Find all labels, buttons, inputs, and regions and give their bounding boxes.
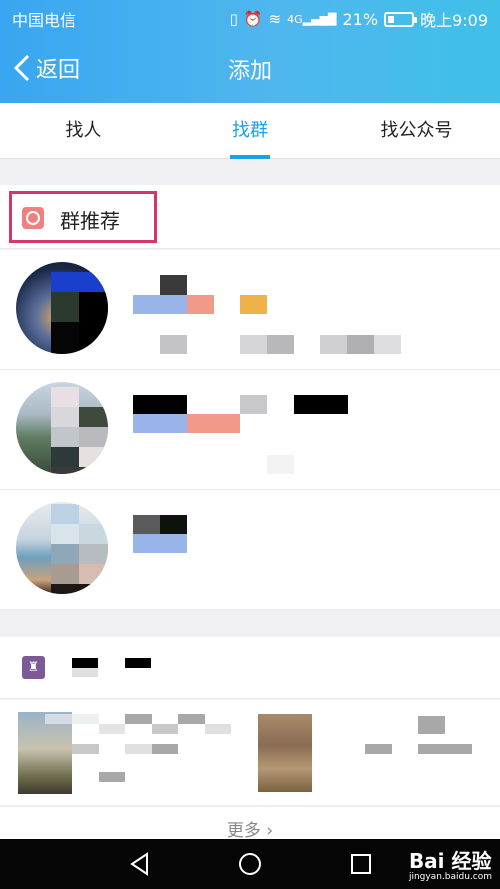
pixelated-group-name — [294, 395, 348, 414]
group-avatar — [16, 262, 108, 354]
pixelated-group-name — [240, 395, 267, 414]
pixelated-section-title — [72, 658, 98, 668]
wifi-icon: ≋ — [268, 10, 282, 28]
pixelated-group-name — [133, 295, 187, 314]
group-avatar — [16, 502, 108, 594]
tab-find-people[interactable]: 找人 — [0, 103, 167, 159]
trophy-icon: ♜ — [22, 656, 45, 679]
baidu-jingyan-watermark: Bai 经验 jingyan.baidu.com — [409, 845, 492, 882]
title-bar: 返回 添加 — [0, 34, 500, 103]
feed-thumbnail — [18, 712, 72, 794]
more-label: 更多 — [226, 821, 261, 839]
group-list-item[interactable] — [0, 490, 500, 610]
pixelated-content — [178, 714, 205, 724]
pixelated-section-title — [125, 658, 151, 668]
pixelated-content — [72, 714, 99, 724]
pixelated-group-tag — [187, 414, 240, 433]
more-link[interactable]: 更多 › — [0, 807, 500, 839]
group-list-item[interactable] — [0, 370, 500, 490]
pixelated-content — [152, 724, 178, 734]
pixelated-content — [125, 714, 152, 724]
group-avatar — [16, 382, 108, 474]
vibrate-icon: ▯ — [229, 10, 238, 28]
group-recommend-header: 群推荐 — [0, 185, 500, 249]
tab-find-official-account[interactable]: 找公众号 — [333, 103, 500, 159]
pixelated-content — [445, 744, 472, 754]
pixelated-content — [152, 744, 178, 754]
second-section-header: ♜ — [0, 637, 500, 699]
watermark-url: jingyan.baidu.com — [408, 872, 492, 882]
pixelated-content — [418, 744, 445, 754]
feed-item[interactable] — [0, 700, 500, 806]
battery-percent: 21% — [342, 9, 379, 29]
page-title: 添加 — [227, 59, 272, 84]
pixelated-group-desc — [240, 335, 267, 354]
pixelated-group-name — [133, 515, 160, 534]
pixelated-group-desc — [160, 335, 187, 354]
clock: 晚上9:09 — [420, 11, 488, 30]
alarm-icon: ⏰ — [243, 10, 263, 28]
system-nav-bar: Bai 经验 jingyan.baidu.com — [0, 839, 500, 889]
circle-home-icon[interactable] — [237, 851, 263, 877]
pixelated-group-name — [133, 395, 187, 414]
tab-find-group[interactable]: 找群 — [167, 103, 333, 159]
network-type: 4G — [287, 12, 303, 26]
pixelated-group-desc — [374, 335, 401, 354]
pixelated-group-desc — [267, 335, 294, 354]
pixelated-group-desc — [267, 455, 294, 474]
battery-icon — [384, 11, 418, 27]
pixelated-group-name — [160, 515, 187, 534]
pixelated-content — [205, 724, 231, 734]
pixelated-group-tag — [133, 414, 187, 433]
group-list-item[interactable] — [0, 250, 500, 370]
pixelated-content — [418, 716, 445, 734]
pixelated-group-name — [187, 295, 214, 314]
recommend-icon — [22, 207, 44, 229]
watermark-brand: Bai 经验 — [408, 849, 492, 873]
pixelated-group-tag — [133, 534, 187, 553]
square-recent-icon[interactable] — [348, 851, 374, 877]
pixelated-group-desc — [347, 335, 374, 354]
group-recommend-label: 群推荐 — [60, 209, 120, 233]
pixelated-content — [45, 714, 72, 724]
feed-thumbnail — [258, 714, 312, 792]
pixelated-content — [99, 724, 125, 734]
status-bar: 中国电信 ▯ ⏰ ≋ 4G▂▄▆█ 21% 晚上9:09 — [0, 0, 500, 34]
carrier-label: 中国电信 — [12, 11, 77, 30]
status-icons: ▯ ⏰ ≋ 4G▂▄▆█ 21% 晚上9:09 — [230, 7, 488, 31]
tab-bar: 找人 找群 找公众号 — [0, 103, 500, 159]
pixelated-group-tag — [240, 295, 267, 314]
pixelated-content — [125, 744, 152, 754]
triangle-back-icon[interactable] — [127, 851, 153, 877]
pixelated-group-desc — [320, 335, 347, 354]
pixelated-content — [72, 744, 99, 754]
pixelated-content — [365, 744, 392, 754]
pixelated-section-title — [72, 668, 98, 677]
signal-icon: 4G▂▄▆█ — [287, 12, 337, 26]
pixelated-content — [99, 772, 125, 782]
pixelated-group-name — [160, 275, 187, 295]
